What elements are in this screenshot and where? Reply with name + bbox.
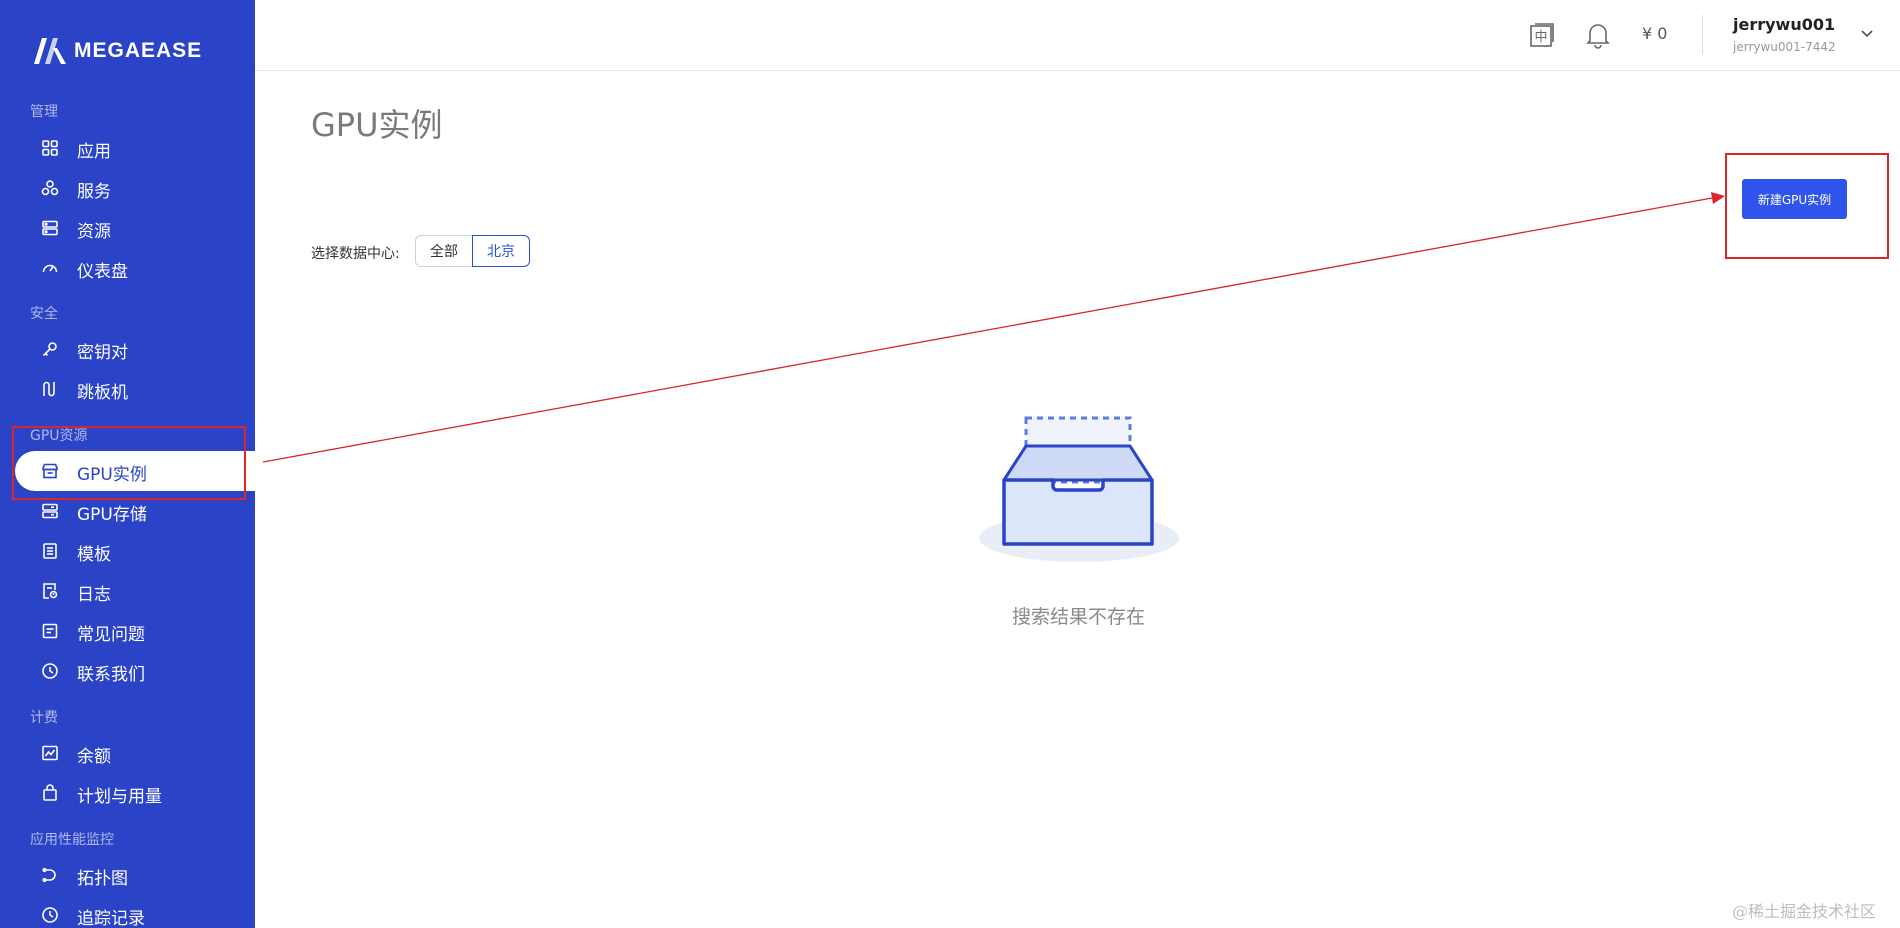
watermark: @稀土掘金技术社区 [1732, 902, 1877, 921]
annotation-arrow [262, 192, 1725, 463]
